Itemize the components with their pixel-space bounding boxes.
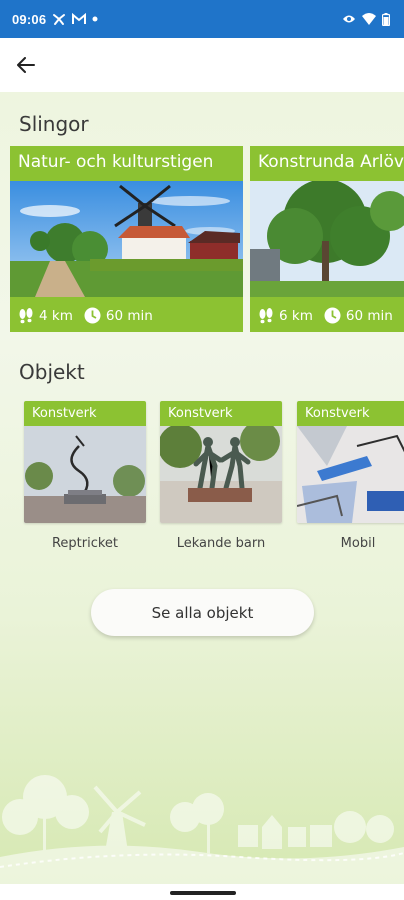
loop-photo <box>10 181 243 297</box>
object-card[interactable]: Konstverk Lekande barn <box>160 401 282 551</box>
footsteps-icon <box>259 307 273 323</box>
back-button[interactable] <box>4 43 48 87</box>
loop-name: Natur- och kulturstigen <box>18 152 214 172</box>
clock-icon <box>324 307 341 324</box>
wifi-icon <box>362 13 376 25</box>
status-time: 09:06 <box>12 11 47 27</box>
loop-card[interactable]: Natur- och kulturstigen 4 km 60 min <box>10 146 243 332</box>
gesture-handle[interactable] <box>170 891 236 895</box>
object-name: Reptricket <box>51 536 119 551</box>
objects-title: Objekt <box>19 360 85 384</box>
navigation-bar <box>0 884 404 900</box>
loop-photo <box>250 181 404 297</box>
loop-meta: 4 km 60 min <box>18 307 153 324</box>
loop-duration: 60 min <box>105 307 153 324</box>
loop-distance: 4 km <box>39 307 73 324</box>
clock-icon <box>84 307 101 324</box>
object-photo <box>24 426 146 523</box>
object-category: Konstverk <box>24 401 146 426</box>
gmail-icon <box>72 13 87 25</box>
loop-name: Konstrunda Arlöv <box>258 152 404 172</box>
app-bar <box>0 38 404 92</box>
object-card[interactable]: Konstverk Reptricket <box>24 401 146 551</box>
loop-meta: 6 km 60 min <box>258 307 393 324</box>
fan-icon <box>52 12 66 26</box>
footsteps-icon <box>19 307 33 323</box>
object-photo <box>160 426 282 523</box>
battery-icon <box>382 12 390 26</box>
loop-card[interactable]: Konstrunda Arlöv 6 km 60 min <box>250 146 404 332</box>
see-all-objects-button[interactable]: Se alla objekt <box>91 589 314 636</box>
dot-icon <box>92 16 98 22</box>
object-name: Mobil <box>340 536 376 551</box>
status-bar: 09:06 <box>0 0 404 38</box>
loop-distance: 6 km <box>279 307 313 324</box>
arrow-left-icon <box>17 57 35 73</box>
eye-icon <box>342 14 356 24</box>
object-category: Konstverk <box>297 401 404 426</box>
loop-duration: 60 min <box>345 307 393 324</box>
object-name: Lekande barn <box>176 536 266 551</box>
object-photo <box>297 426 404 523</box>
loops-title: Slingor <box>19 112 89 136</box>
landscape-illustration <box>0 775 404 900</box>
object-card[interactable]: Konstverk Mobil <box>297 401 404 551</box>
main-content[interactable]: Slingor Natur- och kulturstigen 4 km 60 … <box>0 92 404 900</box>
object-category: Konstverk <box>160 401 282 426</box>
